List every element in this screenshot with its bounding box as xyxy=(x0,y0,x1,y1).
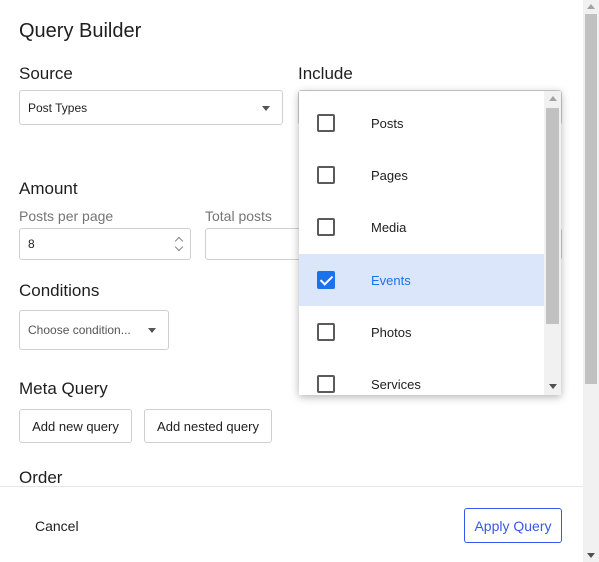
include-option-photos[interactable]: Photos xyxy=(299,306,544,358)
scroll-down-icon[interactable] xyxy=(549,384,557,389)
dropdown-scrollbar[interactable] xyxy=(544,91,561,395)
option-label: Pages xyxy=(371,167,408,183)
add-nested-query-button[interactable]: Add nested query xyxy=(144,409,272,443)
chevron-down-icon xyxy=(262,105,270,111)
order-label: Order xyxy=(19,468,63,487)
include-option-posts[interactable]: Posts xyxy=(299,97,544,149)
number-spinner[interactable] xyxy=(174,234,184,254)
dialog-footer: Cancel Apply Query xyxy=(0,486,583,562)
posts-per-page-label: Posts per page xyxy=(19,208,114,224)
checkbox-icon[interactable] xyxy=(317,166,335,184)
source-select[interactable]: Post Types xyxy=(19,90,283,125)
option-label: Media xyxy=(371,219,407,235)
checkbox-checked-icon[interactable] xyxy=(317,271,335,289)
dialog-title: Query Builder xyxy=(19,20,142,42)
cancel-button[interactable]: Cancel xyxy=(35,518,79,534)
amount-label: Amount xyxy=(19,179,78,198)
checkbox-icon[interactable] xyxy=(317,218,335,236)
conditions-label: Conditions xyxy=(19,281,100,300)
include-option-events[interactable]: Events xyxy=(299,254,544,306)
total-posts-label: Total posts xyxy=(205,208,272,224)
chevron-down-icon xyxy=(148,328,156,333)
conditions-select[interactable]: Choose condition... xyxy=(19,310,169,350)
posts-per-page-value: 8 xyxy=(28,237,35,251)
scroll-up-icon[interactable] xyxy=(549,96,557,101)
add-new-query-button[interactable]: Add new query xyxy=(19,409,132,443)
source-select-value: Post Types xyxy=(28,100,88,115)
option-label: Photos xyxy=(371,324,412,340)
checkbox-icon[interactable] xyxy=(317,323,335,341)
dropdown-scrollbar-thumb[interactable] xyxy=(546,108,559,324)
posts-per-page-input[interactable]: 8 xyxy=(19,228,191,260)
include-option-media[interactable]: Media xyxy=(299,201,544,253)
option-label: Services xyxy=(371,376,421,392)
option-label: Events xyxy=(371,272,411,288)
page-scrollbar-thumb[interactable] xyxy=(585,14,597,384)
meta-query-label: Meta Query xyxy=(19,379,108,398)
include-option-pages[interactable]: Pages xyxy=(299,149,544,201)
conditions-placeholder: Choose condition... xyxy=(28,323,131,337)
source-label: Source xyxy=(19,64,73,83)
option-label: Posts xyxy=(371,115,404,131)
spin-down-icon[interactable] xyxy=(174,244,184,254)
include-dropdown-list: Posts Pages Media Events Photos Services xyxy=(299,91,561,395)
scroll-up-icon[interactable] xyxy=(587,4,595,9)
checkbox-icon[interactable] xyxy=(317,114,335,132)
scroll-down-icon[interactable] xyxy=(587,553,595,558)
page-scrollbar[interactable] xyxy=(583,0,599,562)
apply-query-button[interactable]: Apply Query xyxy=(464,508,562,543)
checkbox-icon[interactable] xyxy=(317,375,335,393)
include-label: Include xyxy=(298,64,353,83)
include-option-services[interactable]: Services xyxy=(299,358,544,395)
